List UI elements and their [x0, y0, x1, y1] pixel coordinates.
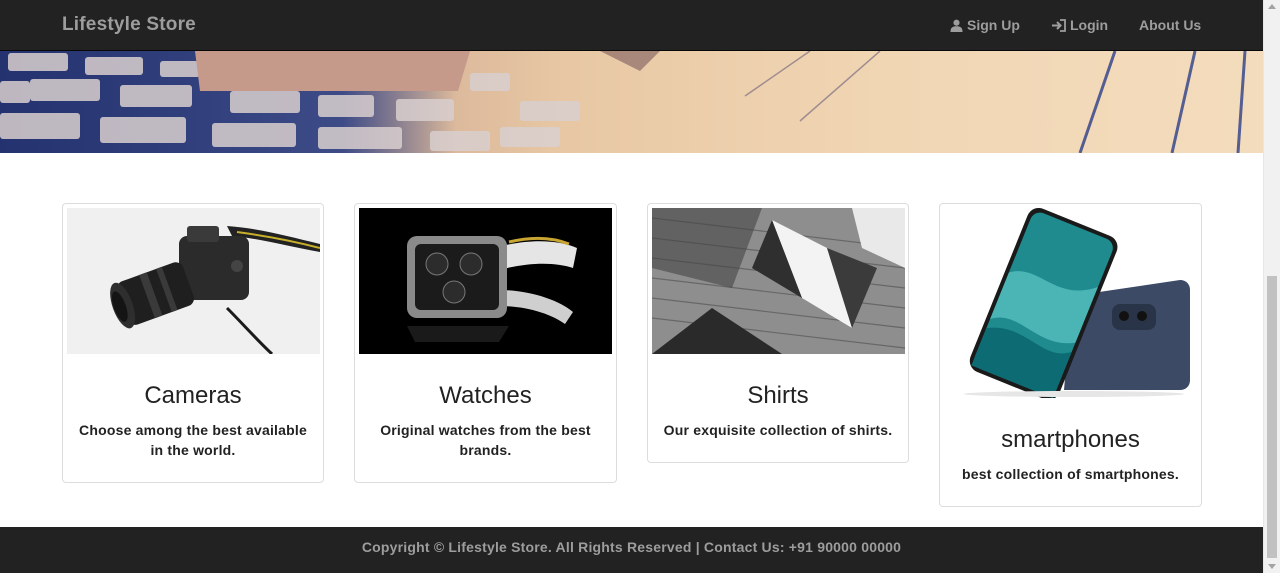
product-title: Cameras — [144, 382, 242, 409]
product-description: Choose among the best available in the w… — [79, 422, 307, 458]
product-description: Our exquisite collection of shirts. — [663, 422, 893, 438]
product-title: smartphones — [1001, 426, 1140, 453]
navbar: Lifestyle Store Sign Up Login About Us — [0, 0, 1263, 51]
vertical-scrollbar[interactable] — [1263, 0, 1280, 573]
brand-logo-link[interactable]: Lifestyle Store — [62, 14, 196, 36]
scroll-down-arrow-icon[interactable] — [1268, 564, 1276, 569]
product-card-smartphones[interactable]: smartphones best collection of smartphon… — [939, 203, 1202, 507]
product-card-cameras[interactable]: Cameras Choose among the best available … — [62, 203, 324, 483]
nav-about-link[interactable]: About Us — [1139, 17, 1201, 33]
product-title: Watches — [439, 382, 532, 409]
nav-about-label: About Us — [1139, 17, 1202, 33]
product-title: Shirts — [747, 382, 809, 409]
page: Lifestyle Store Sign Up Login About Us C… — [0, 0, 1263, 573]
nav-login-link[interactable]: Login — [1052, 17, 1108, 33]
footer: Copyright © Lifestyle Store. All Rights … — [0, 527, 1263, 573]
nav-login-label: Login — [1070, 17, 1109, 33]
nav-signup-link[interactable]: Sign Up — [950, 17, 1020, 33]
scroll-up-arrow-icon[interactable] — [1268, 4, 1276, 9]
footer-copyright-text: Copyright © Lifestyle Store. All Rights … — [361, 539, 902, 555]
login-icon — [1052, 18, 1066, 32]
hero-banner-image — [0, 51, 1263, 153]
watch-image[interactable] — [359, 208, 612, 354]
product-card-shirts[interactable]: Shirts Our exquisite collection of shirt… — [647, 203, 909, 463]
user-icon — [950, 19, 963, 32]
shirt-image[interactable] — [652, 208, 905, 354]
smartphone-image[interactable] — [944, 208, 1198, 398]
product-card-watches[interactable]: Watches Original watches from the best b… — [354, 203, 617, 483]
scrollbar-thumb[interactable] — [1267, 276, 1277, 558]
product-description: best collection of smartphones. — [961, 466, 1179, 482]
product-description: Original watches from the best brands. — [380, 422, 591, 458]
camera-image[interactable] — [67, 208, 320, 354]
nav-signup-label: Sign Up — [967, 17, 1020, 33]
